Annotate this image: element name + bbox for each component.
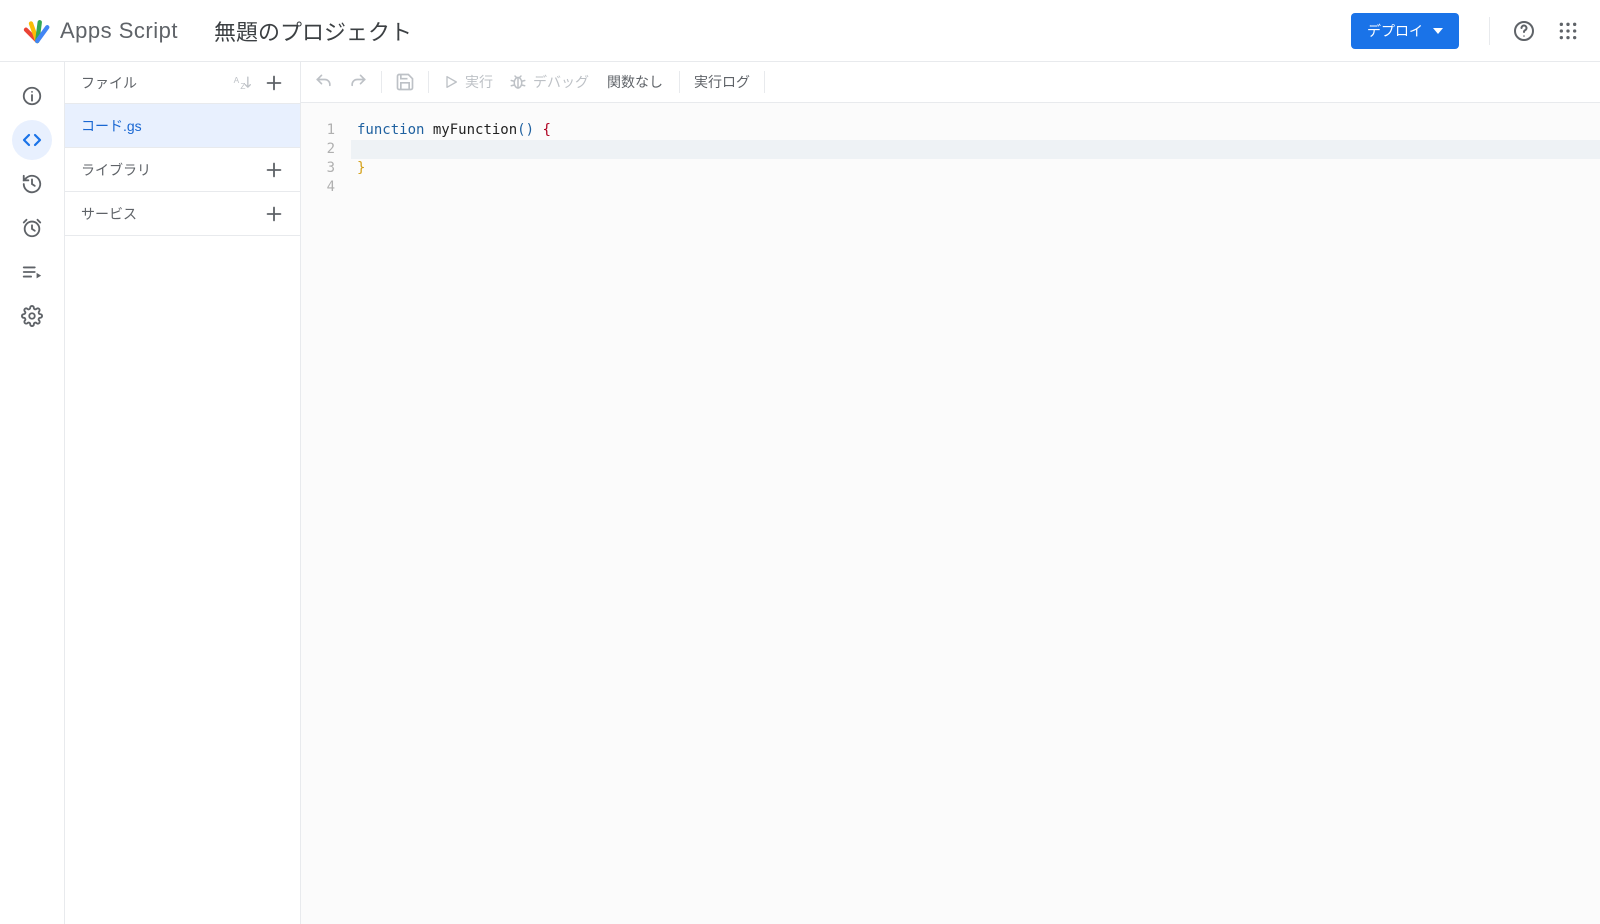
logo-group: Apps Script <box>20 15 178 47</box>
svg-text:A: A <box>234 75 240 85</box>
history-icon <box>21 173 43 195</box>
debug-button[interactable]: デバッグ <box>501 66 597 98</box>
help-button[interactable] <box>1504 11 1544 51</box>
services-section[interactable]: サービス <box>65 192 300 236</box>
deploy-button[interactable]: デプロイ <box>1351 13 1459 49</box>
sort-az-icon: AZ <box>232 73 252 93</box>
undo-button[interactable] <box>307 66 341 98</box>
code-line[interactable]: function myFunction() { <box>351 121 1600 140</box>
code-content[interactable]: function myFunction() { } <box>351 121 1600 924</box>
line-number: 3 <box>301 159 339 178</box>
add-service-button[interactable] <box>258 198 290 230</box>
redo-icon <box>348 72 368 92</box>
services-label: サービス <box>81 204 258 224</box>
plus-icon <box>263 159 285 181</box>
code-line[interactable]: } <box>351 159 1600 178</box>
save-button[interactable] <box>388 66 422 98</box>
function-select-label: 関数なし <box>607 74 663 90</box>
run-button[interactable]: 実行 <box>435 66 501 98</box>
nav-rail <box>0 62 64 924</box>
line-number: 1 <box>301 121 339 140</box>
nav-overview[interactable] <box>12 76 52 116</box>
save-icon <box>395 72 415 92</box>
line-number: 2 <box>301 140 339 159</box>
apps-script-logo-icon <box>20 15 52 47</box>
gear-icon <box>21 305 43 327</box>
file-item-code-gs[interactable]: コード.gs <box>65 104 300 148</box>
editor-area: 実行 デバッグ 関数なし 実行ログ 1234 function myFuncti… <box>301 62 1600 924</box>
apps-grid-icon <box>1558 21 1578 41</box>
playlist-icon <box>21 261 43 283</box>
nav-executions[interactable] <box>12 252 52 292</box>
debug-icon <box>509 73 527 91</box>
execution-log-label: 実行ログ <box>694 72 750 92</box>
help-icon <box>1512 19 1536 43</box>
run-label: 実行 <box>465 72 493 92</box>
editor-toolbar: 実行 デバッグ 関数なし 実行ログ <box>301 62 1600 103</box>
caret-down-icon <box>1433 28 1443 34</box>
files-panel-header: ファイル AZ <box>65 62 300 104</box>
line-number: 4 <box>301 178 339 197</box>
files-panel: ファイル AZ コード.gs ライブラリ <box>64 62 301 924</box>
sort-button[interactable]: AZ <box>226 67 258 99</box>
app-header: Apps Script 無題のプロジェクト デプロイ <box>0 0 1600 62</box>
nav-history[interactable] <box>12 164 52 204</box>
plus-icon <box>263 72 285 94</box>
line-number-gutter: 1234 <box>301 121 351 924</box>
add-file-button[interactable] <box>258 67 290 99</box>
libraries-section[interactable]: ライブラリ <box>65 148 300 192</box>
main-layout: ファイル AZ コード.gs ライブラリ <box>0 62 1600 924</box>
nav-editor[interactable] <box>12 120 52 160</box>
play-icon <box>443 74 459 90</box>
nav-settings[interactable] <box>12 296 52 336</box>
undo-icon <box>314 72 334 92</box>
apps-button[interactable] <box>1548 11 1588 51</box>
svg-text:Z: Z <box>240 80 245 90</box>
nav-triggers[interactable] <box>12 208 52 248</box>
code-line[interactable] <box>351 140 1600 159</box>
execution-log-button[interactable]: 実行ログ <box>686 66 758 98</box>
info-icon <box>21 85 43 107</box>
clock-icon <box>21 217 43 239</box>
redo-button[interactable] <box>341 66 375 98</box>
code-icon <box>20 128 44 152</box>
project-title[interactable]: 無題のプロジェクト <box>214 15 412 47</box>
function-select[interactable]: 関数なし <box>597 72 673 92</box>
header-actions <box>1479 11 1588 51</box>
code-editor[interactable]: 1234 function myFunction() { } <box>301 103 1600 924</box>
file-name: コード.gs <box>81 116 290 136</box>
debug-label: デバッグ <box>533 72 589 92</box>
app-name: Apps Script <box>60 18 178 44</box>
deploy-label: デプロイ <box>1367 21 1423 41</box>
plus-icon <box>263 203 285 225</box>
add-library-button[interactable] <box>258 154 290 186</box>
libraries-label: ライブラリ <box>81 160 258 180</box>
files-header-label: ファイル <box>81 73 226 93</box>
